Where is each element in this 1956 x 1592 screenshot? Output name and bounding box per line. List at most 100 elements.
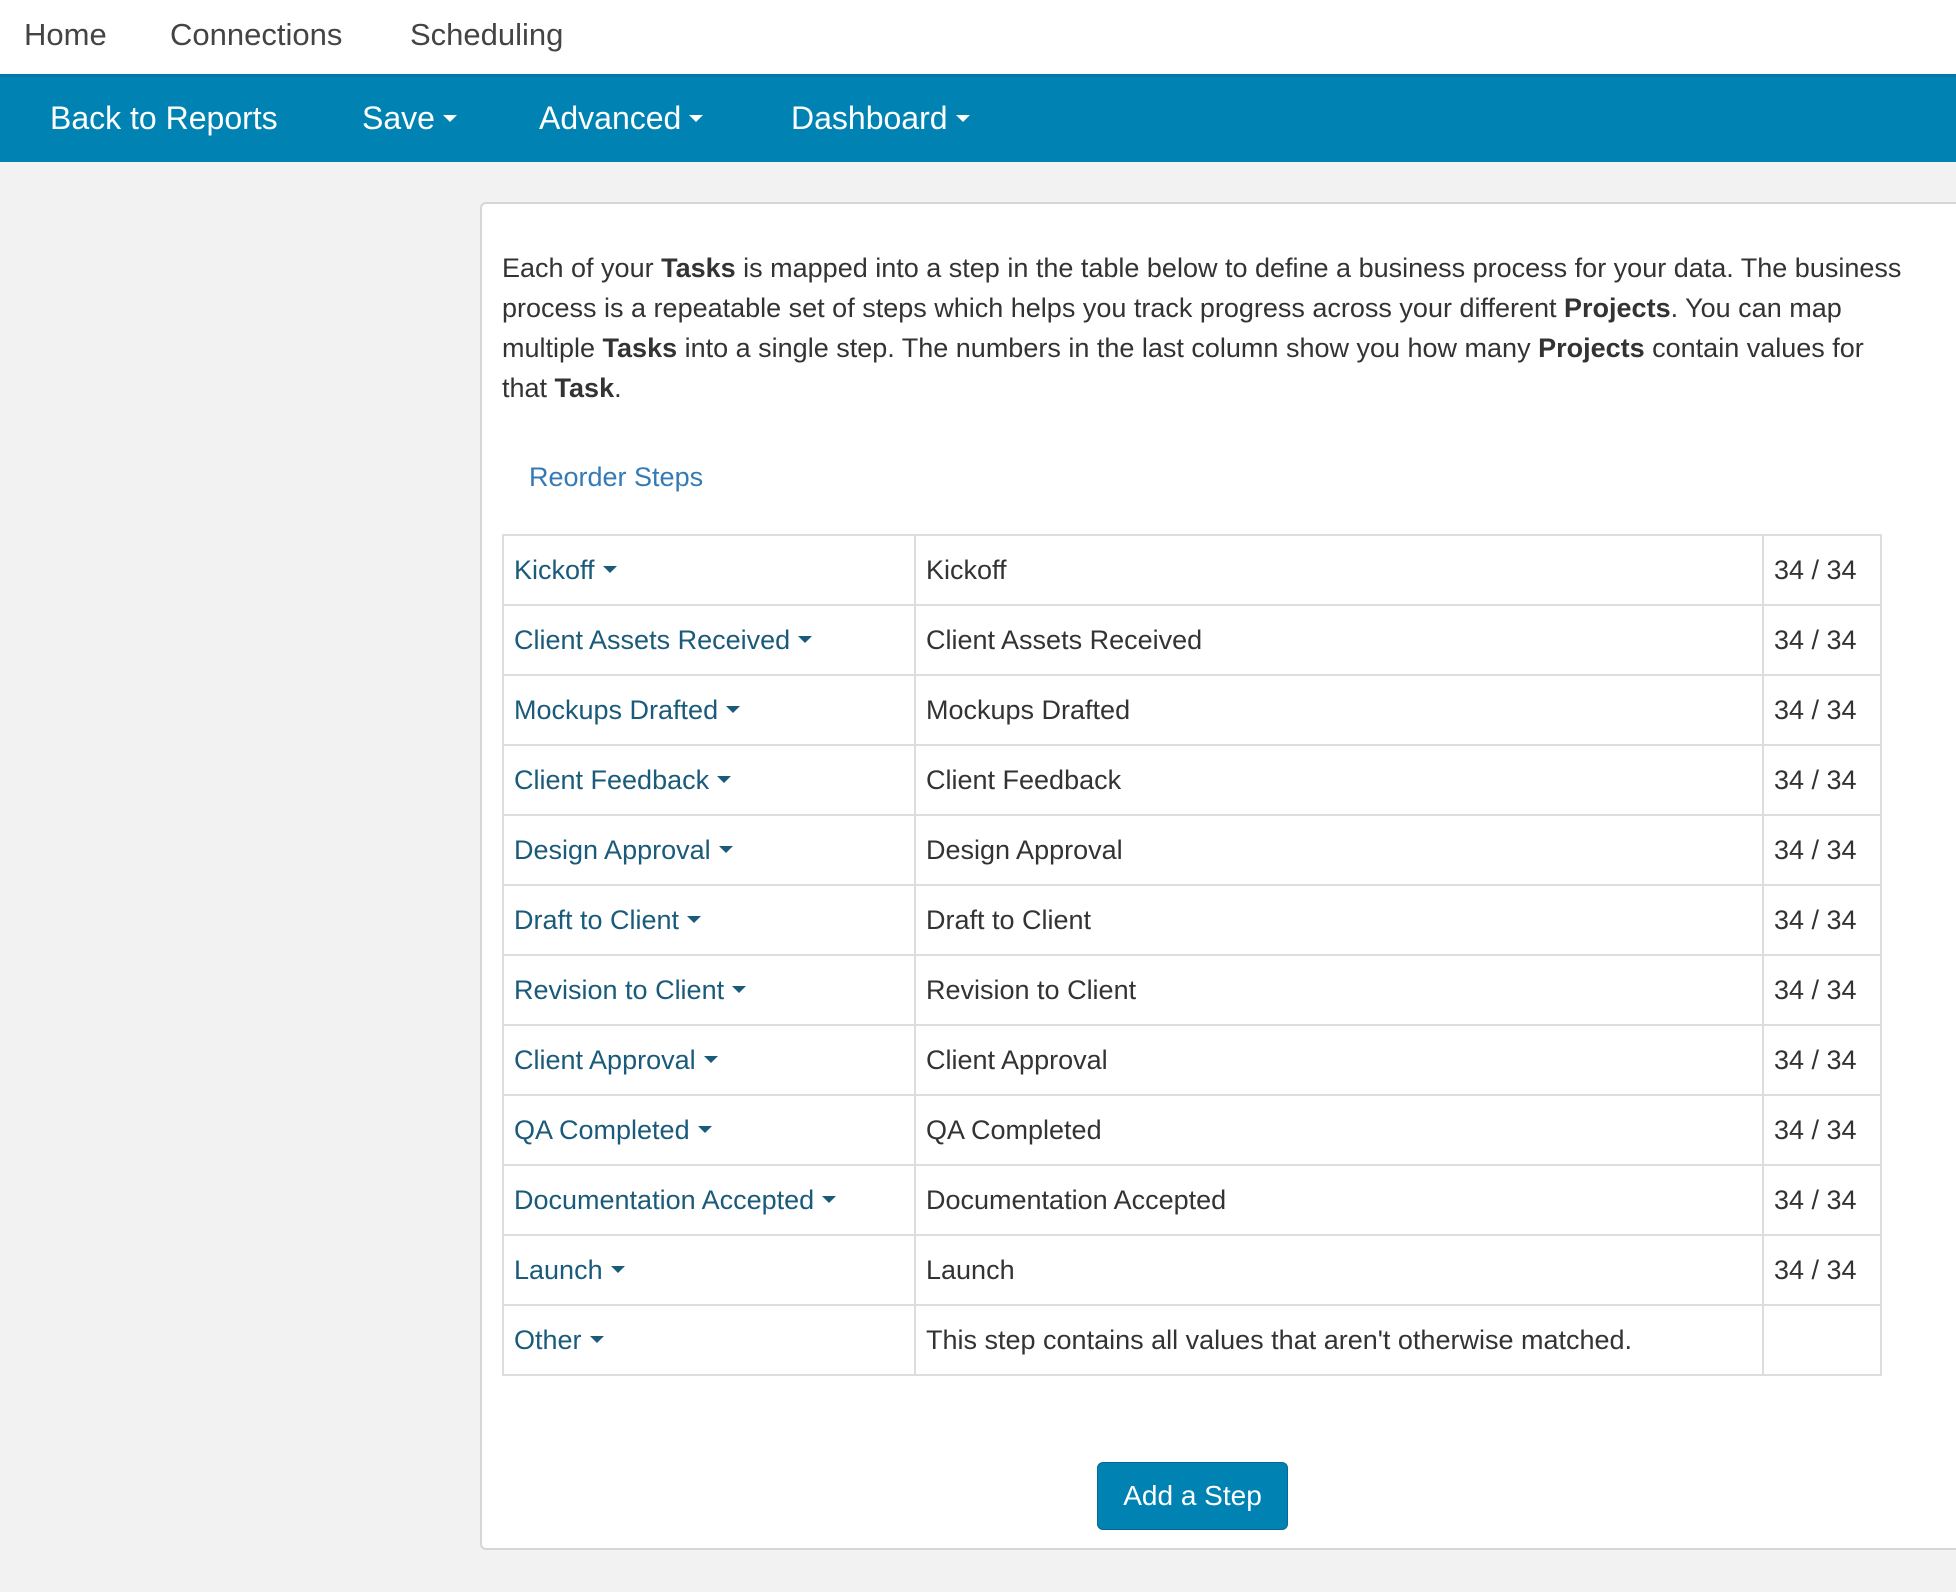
step-row: Other This step contains all values that …	[502, 1304, 1882, 1376]
step-name: Client Approval	[514, 1044, 696, 1075]
task-name: Client Feedback	[914, 744, 1764, 816]
save-label: Save	[362, 100, 435, 136]
step-name: Draft to Client	[514, 904, 680, 935]
task-name: This step contains all values that aren'…	[914, 1304, 1764, 1376]
task-name: Mockups Drafted	[914, 674, 1764, 746]
step-dropdown[interactable]: Client Approval	[502, 1024, 916, 1096]
step-name: Client Feedback	[514, 764, 710, 795]
back-to-reports-button[interactable]: Back to Reports	[50, 77, 278, 159]
nav-home[interactable]: Home	[24, 0, 107, 70]
step-name: Kickoff	[514, 554, 595, 585]
save-menu[interactable]: Save	[362, 77, 457, 159]
step-row: Client Assets Received Client Assets Rece…	[502, 604, 1882, 676]
step-name: Launch	[514, 1254, 603, 1285]
step-dropdown[interactable]: Design Approval	[502, 814, 916, 886]
caret-down-icon	[718, 845, 733, 853]
project-count	[1762, 1304, 1882, 1376]
task-name: Draft to Client	[914, 884, 1764, 956]
task-name: Kickoff	[914, 534, 1764, 606]
project-count: 34 / 34	[1762, 1024, 1882, 1096]
caret-down-icon	[726, 705, 741, 713]
report-toolbar: Back to Reports Save Advanced Dashboard	[0, 74, 1956, 162]
back-to-reports-label: Back to Reports	[50, 100, 278, 136]
step-name: Design Approval	[514, 834, 711, 865]
caret-down-icon	[703, 1055, 718, 1063]
step-dropdown[interactable]: Client Feedback	[502, 744, 916, 816]
top-nav: Home Connections Scheduling	[0, 0, 1956, 74]
caret-down-icon	[602, 565, 617, 573]
dashboard-label: Dashboard	[791, 100, 948, 136]
step-row: Revision to Client Revision to Client 34 /…	[502, 954, 1882, 1026]
step-name: Mockups Drafted	[514, 694, 719, 725]
project-count: 34 / 34	[1762, 744, 1882, 816]
project-count: 34 / 34	[1762, 884, 1882, 956]
task-name: Revision to Client	[914, 954, 1764, 1026]
step-row: Client Approval Client Approval 34 / 34	[502, 1024, 1882, 1096]
intro-bold: Task	[554, 373, 615, 403]
caret-down-icon	[717, 775, 732, 783]
step-row: Kickoff Kickoff 34 / 34	[502, 534, 1882, 606]
caret-down-icon	[610, 1265, 625, 1273]
step-name: QA Completed	[514, 1114, 690, 1145]
step-name: Other	[514, 1324, 582, 1355]
step-name: Client Assets Received	[514, 624, 791, 655]
task-name: QA Completed	[914, 1094, 1764, 1166]
intro-text: Each of your Tasks is mapped into a step…	[502, 248, 1902, 408]
caret-down-icon	[589, 1335, 604, 1343]
project-count: 34 / 34	[1762, 604, 1882, 676]
task-name: Documentation Accepted	[914, 1164, 1764, 1236]
project-count: 34 / 34	[1762, 954, 1882, 1026]
advanced-menu[interactable]: Advanced	[539, 77, 704, 159]
step-dropdown[interactable]: QA Completed	[502, 1094, 916, 1166]
task-name: Design Approval	[914, 814, 1764, 886]
intro-bold: Projects	[1538, 333, 1645, 363]
intro-bold: Tasks	[661, 253, 736, 283]
step-dropdown[interactable]: Kickoff	[502, 534, 916, 606]
intro-segment: Each of your	[502, 253, 662, 283]
project-count: 34 / 34	[1762, 674, 1882, 746]
intro-bold: Projects	[1564, 293, 1671, 323]
caret-down-icon	[689, 115, 704, 123]
task-name: Client Assets Received	[914, 604, 1764, 676]
add-step-button[interactable]: Add a Step	[1097, 1462, 1288, 1530]
step-name: Documentation Accepted	[514, 1184, 815, 1215]
step-dropdown[interactable]: Other	[502, 1304, 916, 1376]
step-dropdown[interactable]: Revision to Client	[502, 954, 916, 1026]
intro-segment: .	[614, 373, 622, 403]
steps-table: Kickoff Kickoff 34 / 34 Client Assets Recei…	[502, 534, 1882, 1376]
step-row: Design Approval Design Approval 34 / 34	[502, 814, 1882, 886]
step-row: Draft to Client Draft to Client 34 / 34	[502, 884, 1882, 956]
intro-segment: into a single step. The numbers in the l…	[677, 333, 1539, 363]
project-count: 34 / 34	[1762, 1234, 1882, 1306]
caret-down-icon	[732, 985, 747, 993]
step-dropdown[interactable]: Draft to Client	[502, 884, 916, 956]
nav-scheduling[interactable]: Scheduling	[410, 0, 563, 70]
task-name: Launch	[914, 1234, 1764, 1306]
step-dropdown[interactable]: Client Assets Received	[502, 604, 916, 676]
dashboard-menu[interactable]: Dashboard	[791, 77, 970, 159]
step-dropdown[interactable]: Documentation Accepted	[502, 1164, 916, 1236]
steps-panel: Each of your Tasks is mapped into a step…	[480, 202, 1956, 1550]
step-row: QA Completed QA Completed 34 / 34	[502, 1094, 1882, 1166]
reorder-steps-link[interactable]: Reorder Steps	[529, 462, 703, 493]
step-row: Documentation Accepted Documentation Acce…	[502, 1164, 1882, 1236]
step-row: Launch Launch 34 / 34	[502, 1234, 1882, 1306]
step-dropdown[interactable]: Mockups Drafted	[502, 674, 916, 746]
project-count: 34 / 34	[1762, 534, 1882, 606]
caret-down-icon	[697, 1125, 712, 1133]
step-dropdown[interactable]: Launch	[502, 1234, 916, 1306]
step-row: Client Feedback Client Feedback 34 / 34	[502, 744, 1882, 816]
advanced-label: Advanced	[539, 100, 682, 136]
caret-down-icon	[442, 115, 457, 123]
project-count: 34 / 34	[1762, 1164, 1882, 1236]
step-name: Revision to Client	[514, 974, 725, 1005]
caret-down-icon	[687, 915, 702, 923]
project-count: 34 / 34	[1762, 814, 1882, 886]
intro-bold: Tasks	[602, 333, 678, 363]
caret-down-icon	[822, 1195, 837, 1203]
nav-connections[interactable]: Connections	[170, 0, 342, 70]
project-count: 34 / 34	[1762, 1094, 1882, 1166]
task-name: Client Approval	[914, 1024, 1764, 1096]
caret-down-icon	[955, 115, 970, 123]
step-row: Mockups Drafted Mockups Drafted 34 / 34	[502, 674, 1882, 746]
